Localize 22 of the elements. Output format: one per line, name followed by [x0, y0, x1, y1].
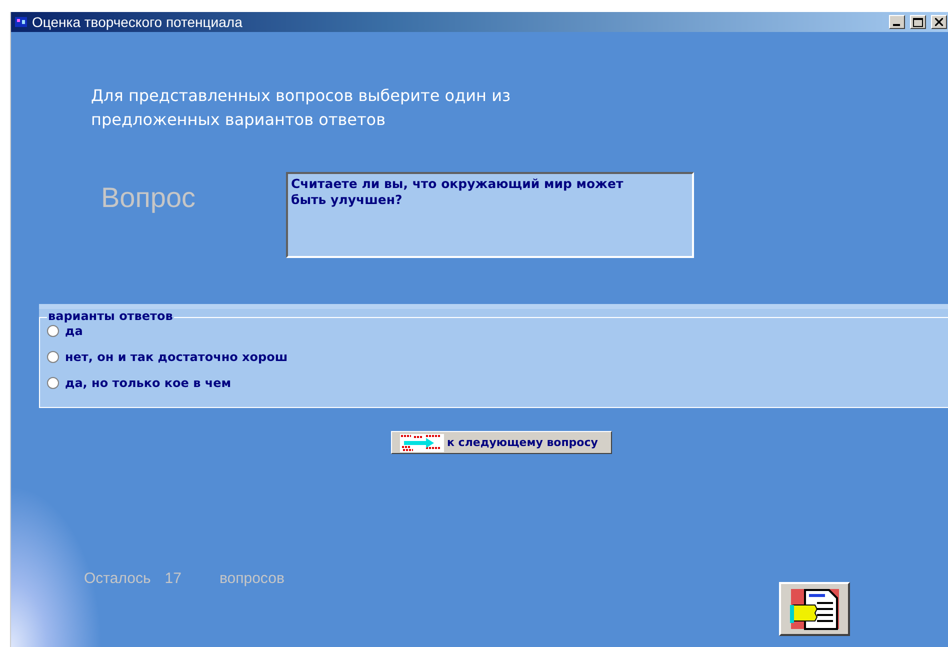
radio-button[interactable] [47, 377, 59, 389]
remaining-suffix: вопросов [219, 570, 284, 587]
maximize-icon [913, 18, 923, 26]
close-button[interactable] [931, 15, 947, 29]
radio-button[interactable] [47, 325, 59, 337]
answer-option[interactable]: нет, он и так достаточно хорош [47, 348, 948, 366]
minimize-button[interactable] [889, 15, 905, 29]
app-icon [14, 15, 28, 29]
radio-button[interactable] [47, 351, 59, 363]
answer-option[interactable]: да, но только кое в чем [47, 374, 948, 392]
maximize-button[interactable] [910, 15, 926, 29]
next-question-button[interactable]: к следующему вопросу [391, 431, 612, 454]
question-label: Вопрос [101, 182, 197, 214]
window-title: Оценка творческого потенциала [32, 14, 244, 30]
remaining-count: 17 [164, 570, 182, 587]
instruction-text: Для представленных вопросов выберите один из предложенных вариантов ответов [91, 85, 512, 131]
question-text: Считаете ли вы, что окружающий мир может быть улучшен? [286, 172, 694, 258]
results-button[interactable] [779, 582, 850, 636]
close-icon [935, 18, 943, 26]
arrow-icon [400, 434, 444, 452]
answer-option[interactable]: да [47, 322, 948, 340]
remaining-label: Осталось [84, 570, 151, 587]
